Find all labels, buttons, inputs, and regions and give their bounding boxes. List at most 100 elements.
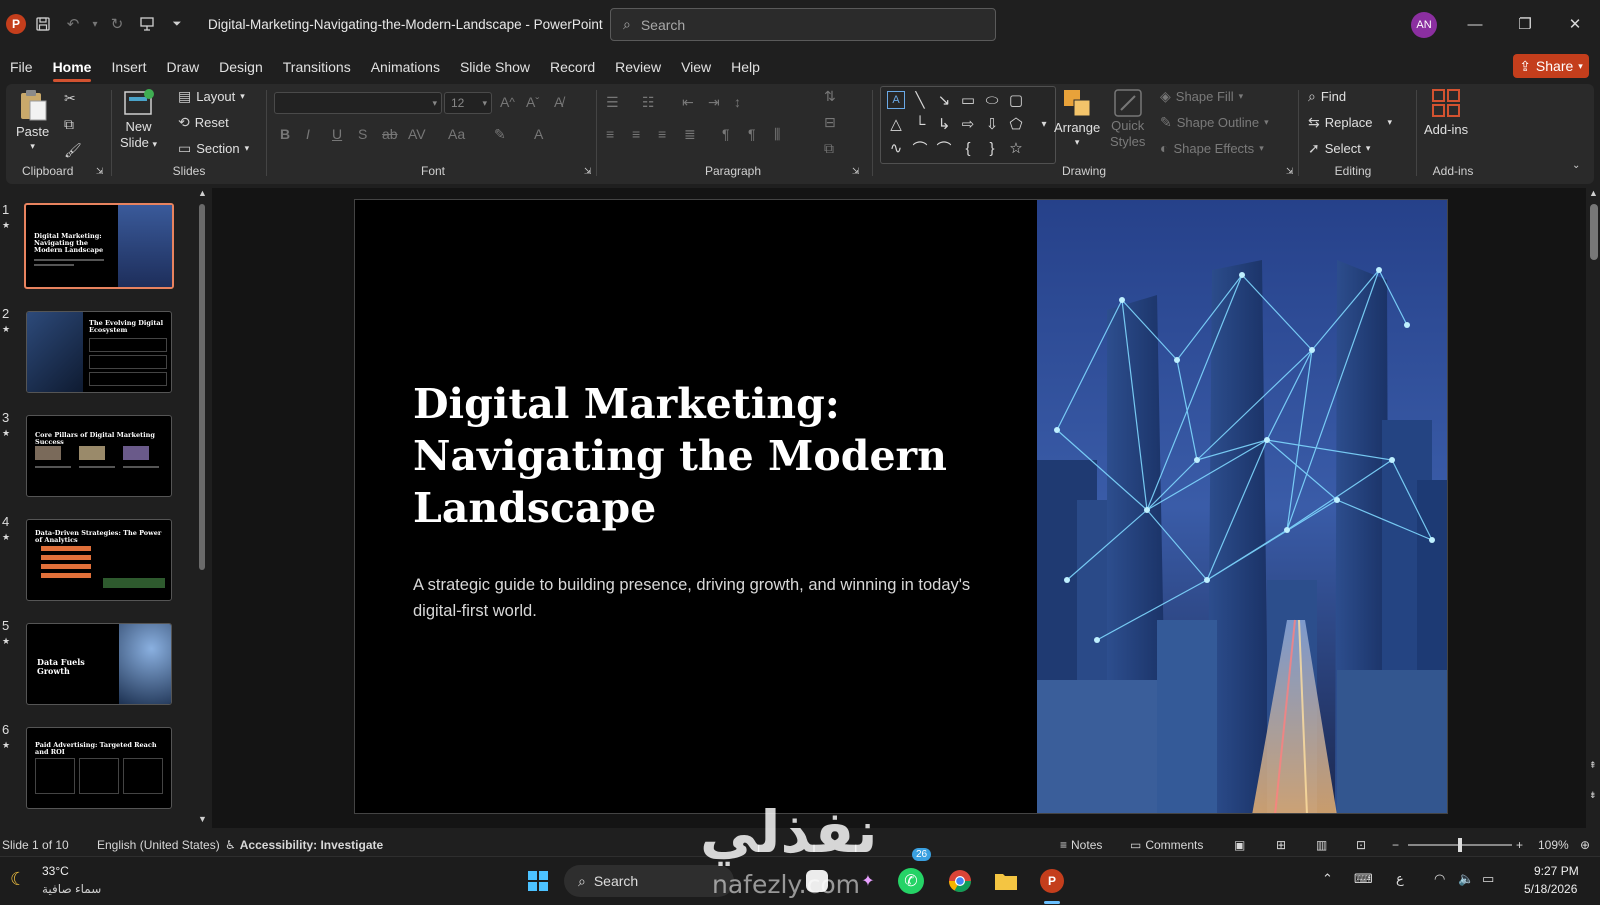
pentagon-icon[interactable]: ⬠ xyxy=(1007,115,1025,133)
oval-icon[interactable]: ⬭ xyxy=(983,91,1001,109)
justify-icon[interactable]: ≣ xyxy=(684,126,696,143)
keyboard-icon[interactable]: ⌨ xyxy=(1354,871,1373,887)
comments-button[interactable]: ▭ Comments xyxy=(1130,838,1203,852)
restore-icon[interactable]: ❐ xyxy=(1500,0,1550,48)
battery-icon[interactable]: ▭ xyxy=(1482,871,1494,887)
arc-icon[interactable]: ⌒ xyxy=(911,139,929,158)
undo-dropdown-icon[interactable]: ▾ xyxy=(90,11,100,37)
current-slide[interactable]: Digital Marketing: Navigating the Modern… xyxy=(354,199,1448,814)
slide-subtitle[interactable]: A strategic guide to building presence, … xyxy=(413,572,973,624)
slide-scrollbar[interactable] xyxy=(1590,204,1598,260)
left-brace-icon[interactable]: { xyxy=(959,139,977,157)
scroll-up-icon[interactable]: ▲ xyxy=(1589,188,1598,198)
powerpoint-taskbar-icon[interactable]: P xyxy=(1036,865,1068,897)
file-explorer-icon[interactable] xyxy=(990,865,1022,897)
scroll-down-icon[interactable]: ▼ xyxy=(198,814,207,824)
clock-date[interactable]: 5/18/2026 xyxy=(1524,882,1577,896)
shadow-icon[interactable]: S xyxy=(358,126,367,142)
elbow-connector-icon[interactable]: └ xyxy=(911,115,929,133)
text-box-icon[interactable]: A xyxy=(887,91,905,109)
dialog-launcher-icon[interactable]: ⇲ xyxy=(584,166,592,177)
tab-file[interactable]: File xyxy=(0,52,43,82)
slide-thumbnail-1[interactable]: Digital Marketing: Navigating the Modern… xyxy=(24,203,174,289)
more-shapes-icon[interactable]: ▾ xyxy=(1035,115,1053,133)
reset-button[interactable]: ⟲ Reset xyxy=(178,114,229,131)
elbow-arrow-icon[interactable]: ↳ xyxy=(935,115,953,133)
underline-icon[interactable]: U xyxy=(332,126,342,142)
cut-icon[interactable]: ✂ xyxy=(64,90,76,107)
tab-record[interactable]: Record xyxy=(540,52,605,82)
italic-icon[interactable]: I xyxy=(306,126,310,142)
language-status[interactable]: English (United States) xyxy=(97,838,220,852)
shape-fill-button[interactable]: ◈ Shape Fill ▾ xyxy=(1160,88,1243,105)
line-icon[interactable]: ╲ xyxy=(911,91,929,109)
slide-title[interactable]: Digital Marketing: Navigating the Modern… xyxy=(413,378,973,534)
shape-effects-button[interactable]: ◐ Shape Effects ▾ xyxy=(1160,140,1264,156)
chrome-icon[interactable] xyxy=(944,865,976,897)
notes-button[interactable]: ≡ Notes xyxy=(1060,838,1102,852)
normal-view-icon[interactable]: ▣ xyxy=(1234,838,1245,852)
whatsapp-icon[interactable]: ✆ xyxy=(898,868,924,894)
previous-slide-icon[interactable]: ⇞ xyxy=(1589,760,1597,771)
freeform-icon[interactable]: ∿ xyxy=(887,139,905,157)
increase-font-icon[interactable]: A ^ xyxy=(500,94,515,110)
ltr-icon[interactable]: ¶ xyxy=(722,126,730,142)
present-icon[interactable] xyxy=(134,11,160,37)
paste-button[interactable]: Paste ▾ xyxy=(16,88,49,152)
smartart-icon[interactable]: ⧉ xyxy=(824,140,834,157)
dialog-launcher-icon[interactable]: ⇲ xyxy=(852,166,860,177)
bullets-icon[interactable]: ☰ xyxy=(606,94,619,111)
star-icon[interactable]: ☆ xyxy=(1007,139,1025,157)
arrange-button[interactable]: Arrange ▾ xyxy=(1054,88,1100,148)
decrease-font-icon[interactable]: Aˇ xyxy=(526,94,539,110)
fit-slide-icon[interactable]: ⊕ xyxy=(1580,838,1590,852)
right-arrow-icon[interactable]: ⇨ xyxy=(959,115,977,133)
strikethrough-icon[interactable]: ab xyxy=(382,126,398,142)
font-name-field[interactable]: ▾ xyxy=(274,92,442,114)
align-right-icon[interactable]: ≡ xyxy=(658,126,666,142)
font-color-icon[interactable]: A xyxy=(534,126,543,142)
font-size-field[interactable]: 12 ▾ xyxy=(444,92,492,114)
highlight-icon[interactable]: ✎ xyxy=(494,126,506,143)
increase-indent-icon[interactable]: ⇥ xyxy=(708,94,720,111)
minimize-icon[interactable]: — xyxy=(1450,0,1500,48)
input-language[interactable]: ع xyxy=(1396,871,1404,887)
slideshow-view-icon[interactable]: ⊡ xyxy=(1356,838,1366,852)
zoom-in-icon[interactable]: + xyxy=(1516,838,1523,852)
collapse-ribbon-icon[interactable]: ⌄ xyxy=(1572,160,1580,171)
reading-view-icon[interactable]: ▥ xyxy=(1316,838,1327,852)
city-network-image[interactable] xyxy=(1037,200,1448,814)
numbering-icon[interactable]: ☷ xyxy=(642,94,655,111)
curve-icon[interactable]: ⌒ xyxy=(935,139,953,158)
dialog-launcher-icon[interactable]: ⇲ xyxy=(96,166,104,177)
change-case-icon[interactable]: Aa xyxy=(448,126,465,142)
copy-icon[interactable]: ⧉ xyxy=(64,116,74,133)
tab-design[interactable]: Design xyxy=(209,52,273,82)
tab-home[interactable]: Home xyxy=(43,52,102,82)
section-button[interactable]: ▭ Section ▾ xyxy=(178,140,249,157)
rectangle-icon[interactable]: ▭ xyxy=(959,91,977,109)
right-brace-icon[interactable]: } xyxy=(983,139,1001,157)
shape-outline-button[interactable]: ✎ Shape Outline ▾ xyxy=(1160,114,1269,131)
triangle-icon[interactable]: △ xyxy=(887,115,905,133)
character-spacing-icon[interactable]: AV xyxy=(408,126,426,142)
zoom-slider-thumb[interactable] xyxy=(1458,838,1462,852)
rounded-rectangle-icon[interactable]: ▢ xyxy=(1007,91,1025,109)
volume-icon[interactable]: 🔈 xyxy=(1458,871,1474,887)
next-slide-icon[interactable]: ⇟ xyxy=(1589,790,1597,801)
show-hidden-icons-icon[interactable]: ⌃ xyxy=(1322,871,1333,887)
taskbar-search[interactable]: ⌕ Search xyxy=(564,865,734,897)
select-button[interactable]: ➚ Select ▾ xyxy=(1308,140,1370,157)
align-text-icon[interactable]: ⊟ xyxy=(824,114,836,131)
tab-transitions[interactable]: Transitions xyxy=(273,52,361,82)
thumbnail-scrollbar[interactable] xyxy=(199,204,205,570)
quick-styles-button[interactable]: Quick Styles xyxy=(1110,88,1145,150)
tab-draw[interactable]: Draw xyxy=(156,52,209,82)
down-arrow-icon[interactable]: ⇩ xyxy=(983,115,1001,133)
line-spacing-icon[interactable]: ↕ xyxy=(734,94,741,110)
slide-thumbnail-3[interactable]: Core Pillars of Digital Marketing Succes… xyxy=(26,415,172,497)
search-input[interactable]: ⌕ Search xyxy=(610,8,996,41)
new-slide-button[interactable]: New Slide ▾ xyxy=(120,88,157,152)
text-direction-icon[interactable]: ⇅ xyxy=(824,88,836,105)
shapes-gallery[interactable]: A ╲ ↘ ▭ ⬭ ▢ △ └ ↳ ⇨ ⇩ ⬠ ∿ ⌒ ⌒ { } ☆ ▾ xyxy=(880,86,1056,164)
